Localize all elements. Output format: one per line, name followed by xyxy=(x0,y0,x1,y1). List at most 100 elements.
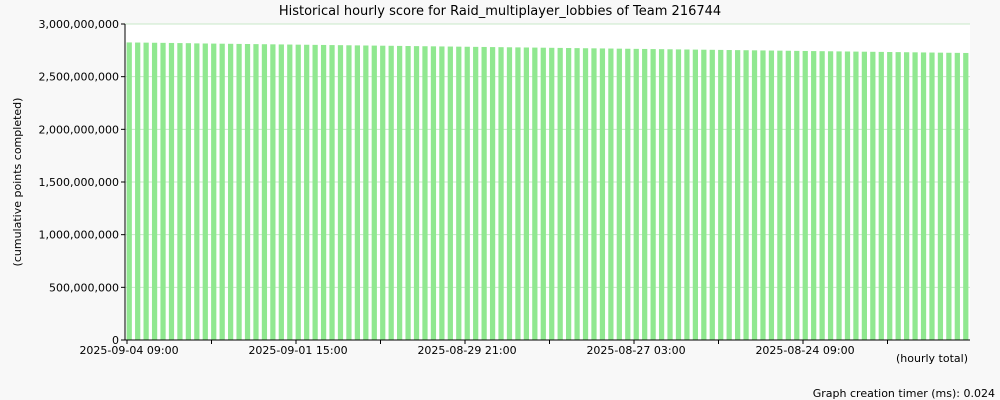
bar xyxy=(735,50,741,341)
bar xyxy=(853,51,859,340)
bar xyxy=(658,49,665,341)
bar xyxy=(557,47,563,340)
bar xyxy=(464,46,470,340)
bar xyxy=(785,50,791,340)
x-axis-label: (hourly total) xyxy=(896,352,968,365)
bar xyxy=(844,51,851,341)
bar xyxy=(363,45,369,341)
bar xyxy=(185,43,191,341)
y-tick-label: 2,000,000,000 xyxy=(39,123,119,136)
bar xyxy=(650,49,656,340)
bar xyxy=(160,42,166,340)
bar xyxy=(397,45,403,340)
bar xyxy=(506,47,513,340)
x-tick-label: 2025-08-29 21:00 xyxy=(417,344,516,357)
bar xyxy=(135,42,141,340)
bar xyxy=(709,49,715,341)
bar xyxy=(929,52,935,341)
bar xyxy=(904,52,910,340)
bar xyxy=(211,43,217,341)
bar xyxy=(836,51,842,340)
bar xyxy=(549,47,555,341)
bar xyxy=(870,51,876,341)
x-tick-label: 2025-09-04 09:00 xyxy=(79,344,178,357)
bar xyxy=(608,48,614,340)
bar xyxy=(202,43,208,341)
bar xyxy=(692,49,698,340)
graph-timer-text: Graph creation timer (ms): 0.024 xyxy=(813,387,995,400)
bar xyxy=(718,49,724,340)
bar xyxy=(346,45,352,340)
bar xyxy=(456,46,462,341)
bar xyxy=(701,49,707,340)
bar xyxy=(574,48,580,341)
bar xyxy=(582,48,589,340)
bar xyxy=(329,45,335,340)
bar xyxy=(616,48,622,341)
bar xyxy=(954,52,960,341)
bar xyxy=(920,52,927,340)
bar xyxy=(684,49,690,341)
bar xyxy=(312,44,318,341)
bar xyxy=(751,50,758,340)
bar xyxy=(439,46,445,340)
bar xyxy=(667,49,673,340)
bar xyxy=(405,46,411,340)
y-tick-label: 1,500,000,000 xyxy=(39,176,119,189)
x-tick-label: 2025-08-24 09:00 xyxy=(755,344,854,357)
bar xyxy=(287,44,293,340)
y-tick-label: 3,000,000,000 xyxy=(39,18,119,31)
bar xyxy=(422,46,428,340)
bar xyxy=(827,51,834,340)
bar xyxy=(371,45,377,341)
bar xyxy=(768,50,775,340)
bar xyxy=(566,48,572,341)
chart: 0500,000,0001,000,000,0001,500,000,0002,… xyxy=(0,0,1000,400)
bar xyxy=(878,51,884,340)
bar xyxy=(802,50,808,340)
bar xyxy=(295,44,301,341)
bar xyxy=(337,45,344,341)
x-tick-label: 2025-09-01 15:00 xyxy=(248,344,347,357)
bar xyxy=(388,45,394,341)
x-tick-label: 2025-08-27 03:00 xyxy=(586,344,685,357)
y-axis-label: (cumulative points completed) xyxy=(11,98,24,267)
bar xyxy=(236,43,242,340)
bar xyxy=(599,48,606,340)
bar xyxy=(219,43,225,340)
bar xyxy=(532,47,538,341)
bar xyxy=(143,42,149,340)
bar xyxy=(261,44,268,340)
bar xyxy=(591,48,597,340)
bar xyxy=(244,44,251,340)
bar xyxy=(481,46,487,341)
bar xyxy=(270,44,276,340)
y-tick-label: 2,500,000,000 xyxy=(39,71,119,84)
bar xyxy=(515,47,521,340)
bar xyxy=(794,50,800,341)
bar xyxy=(380,45,386,340)
bar xyxy=(413,46,420,341)
bar xyxy=(304,44,310,340)
bar xyxy=(895,52,901,341)
bar xyxy=(675,49,682,340)
bar xyxy=(151,42,158,340)
bar xyxy=(278,44,284,341)
bar xyxy=(937,52,944,341)
bar xyxy=(946,52,952,340)
bar xyxy=(625,48,631,340)
bar xyxy=(743,50,749,340)
bar xyxy=(811,51,817,340)
chart-title: Historical hourly score for Raid_multipl… xyxy=(279,4,721,19)
bar xyxy=(194,43,200,340)
bar xyxy=(320,44,327,341)
bar xyxy=(633,48,639,341)
bar xyxy=(819,51,825,341)
bar xyxy=(498,47,504,341)
bar xyxy=(540,47,546,340)
bar xyxy=(177,43,183,340)
bar xyxy=(760,50,766,340)
bar xyxy=(642,48,648,341)
bar xyxy=(912,52,918,340)
bar xyxy=(473,46,479,341)
